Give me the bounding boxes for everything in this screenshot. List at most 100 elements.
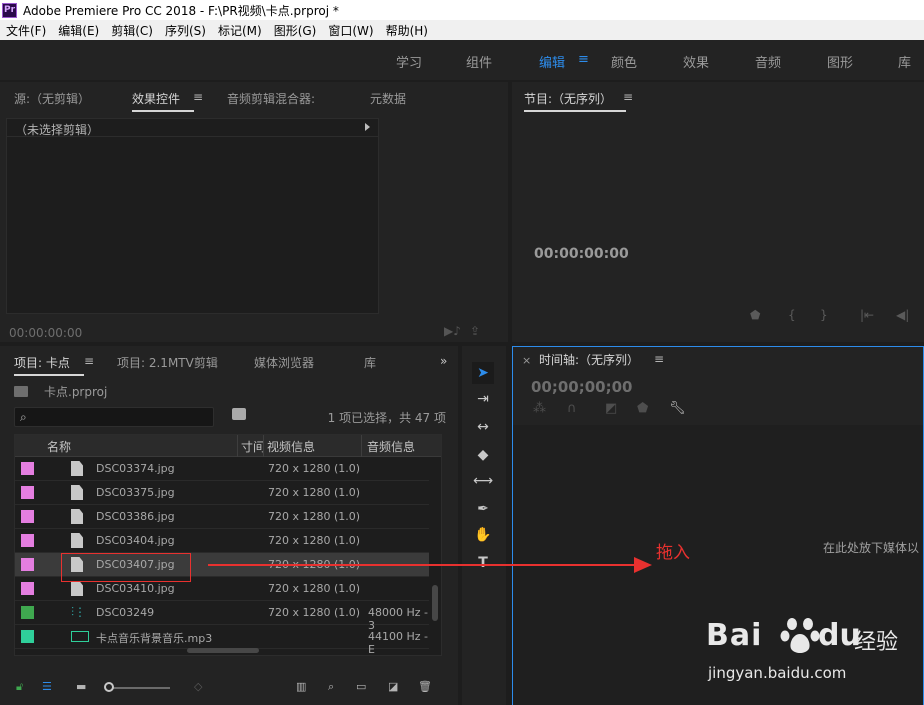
project-item-row[interactable]: DSC03374.jpg 720 x 1280 (1.0) [15, 457, 429, 481]
hand-tool-icon[interactable]: ✋ [472, 524, 494, 546]
workspace-color[interactable]: 颜色 [611, 52, 637, 71]
project-search-input[interactable] [37, 409, 207, 425]
workspace-editing[interactable]: 编辑 [539, 52, 565, 71]
razor-tool-icon[interactable]: ◆ [472, 444, 494, 466]
step-back-icon[interactable]: ◀| [896, 308, 909, 322]
project-item-row[interactable]: DSC03386.jpg 720 x 1280 (1.0) [15, 505, 429, 529]
label-color-swatch[interactable] [21, 606, 34, 619]
title-bar: Pr Adobe Premiere Pro CC 2018 - F:\PR视频\… [0, 0, 924, 20]
lock-icon[interactable]: 🔓︎ [16, 680, 23, 694]
item-name: DSC03386.jpg [96, 510, 175, 523]
zoom-slider-track[interactable] [108, 687, 170, 689]
project-toolbar: 🔓︎ ☰ ▬ ◇ ▥ ⌕ ▭ ◪ 🗑︎ [0, 676, 458, 700]
track-select-tool-icon[interactable]: ⇥ [472, 388, 494, 410]
menu-graphics[interactable]: 图形(G) [268, 22, 323, 39]
menu-help[interactable]: 帮助(H) [380, 22, 434, 39]
add-marker-icon[interactable]: ⬟ [637, 401, 648, 416]
mark-out-icon[interactable]: } [820, 308, 828, 322]
column-divider [237, 435, 238, 457]
panel-menu-icon[interactable]: ≡ [193, 90, 203, 104]
linked-selection-icon[interactable]: ◩ [605, 401, 617, 416]
timeline-panel-menu-icon[interactable]: ≡ [654, 352, 664, 366]
horizontal-scroll-thumb[interactable] [187, 648, 259, 653]
program-panel-menu-icon[interactable]: ≡ [623, 90, 633, 104]
timeline-timecode[interactable]: 00;00;00;00 [531, 378, 633, 396]
column-audio-info[interactable]: 音频信息 [367, 438, 415, 455]
sort-icon[interactable]: ◇ [194, 680, 202, 693]
ripple-edit-tool-icon[interactable]: ↔ [472, 416, 494, 438]
workspace-audio[interactable]: 音频 [755, 52, 781, 71]
menu-marker[interactable]: 标记(M) [212, 22, 268, 39]
item-video-info: 720 x 1280 (1.0) [268, 606, 361, 619]
workspace-assembly[interactable]: 组件 [466, 52, 492, 71]
slip-tool-icon[interactable]: ⟷ [472, 470, 494, 492]
column-video-info[interactable]: 视频信息 [267, 438, 315, 455]
menu-sequence[interactable]: 序列(S) [159, 22, 212, 39]
project-item-row[interactable]: DSC03404.jpg 720 x 1280 (1.0) [15, 529, 429, 553]
label-color-swatch[interactable] [21, 558, 34, 571]
tab-metadata[interactable]: 元数据 [370, 90, 406, 107]
project-panel: 项目: 卡点 ≡ 项目: 2.1MTV剪辑 媒体浏览器 库 » 卡点.prpro… [0, 346, 458, 705]
type-tool-icon[interactable]: T [472, 552, 494, 574]
project-panel-menu-icon[interactable]: ≡ [84, 354, 94, 368]
nest-icon[interactable]: ⁂ [533, 401, 546, 416]
vertical-scrollbar[interactable] [430, 457, 440, 655]
go-to-in-icon[interactable]: |⇤ [860, 308, 874, 322]
project-item-row[interactable]: 卡点音乐背景音乐.mp3 44100 Hz - E [15, 625, 429, 655]
zoom-slider-knob[interactable] [104, 682, 114, 692]
workspace-effects[interactable]: 效果 [683, 52, 709, 71]
workspace-menu-icon[interactable]: ≡ [578, 52, 589, 67]
menu-clip[interactable]: 剪辑(C) [105, 22, 159, 39]
scroll-thumb[interactable] [432, 585, 438, 621]
project-search[interactable]: ⌕ [14, 407, 214, 427]
project-item-row[interactable]: DSC03375.jpg 720 x 1280 (1.0) [15, 481, 429, 505]
trash-icon[interactable]: 🗑︎ [418, 680, 432, 693]
label-color-swatch[interactable] [21, 630, 34, 643]
wrench-icon[interactable]: 🔧︎ [669, 401, 686, 416]
menu-window[interactable]: 窗口(W) [322, 22, 379, 39]
label-color-swatch[interactable] [21, 534, 34, 547]
menu-file[interactable]: 文件(F) [0, 22, 52, 39]
tab-effect-controls[interactable]: 效果控件 [132, 90, 195, 112]
export-frame-icon[interactable]: ⇪ [470, 324, 480, 338]
pen-tool-icon[interactable]: ✒ [472, 498, 494, 520]
tab-project-kadian[interactable]: 项目: 卡点 [14, 354, 84, 376]
audio-scrub-icon[interactable]: ▶♪ [444, 324, 461, 338]
expand-arrow-icon[interactable] [365, 123, 370, 131]
list-view-icon[interactable]: ☰ [42, 680, 52, 693]
tab-project-mtv[interactable]: 项目: 2.1MTV剪辑 [117, 354, 218, 371]
add-marker-icon[interactable]: ⬟ [750, 308, 760, 322]
tab-source[interactable]: 源:（无剪辑） [14, 90, 90, 107]
drag-arrow-line [208, 564, 640, 566]
new-item-icon[interactable]: ◪ [388, 680, 398, 693]
new-bin-icon[interactable]: ▭ [356, 680, 366, 693]
tab-audio-clip-mixer[interactable]: 音频剪辑混合器: [227, 90, 315, 107]
more-panels-icon[interactable]: » [440, 354, 447, 368]
snap-magnet-icon[interactable]: ∩ [567, 401, 577, 416]
tab-libraries[interactable]: 库 [364, 354, 376, 371]
column-frame-rate[interactable]: 寸间 [241, 438, 265, 455]
label-color-swatch[interactable] [21, 486, 34, 499]
menu-edit[interactable]: 编辑(E) [52, 22, 105, 39]
close-icon[interactable]: × [522, 354, 531, 367]
project-item-row[interactable]: ⫶⋮ DSC03249 720 x 1280 (1.0) 48000 Hz - … [15, 601, 429, 632]
label-color-swatch[interactable] [21, 582, 34, 595]
mark-in-icon[interactable]: { [788, 308, 796, 322]
workspace-libraries[interactable]: 库 [898, 52, 911, 71]
label-color-swatch[interactable] [21, 510, 34, 523]
tab-program[interactable]: 节目:（无序列） [524, 90, 627, 112]
column-name[interactable]: 名称 [47, 438, 71, 455]
label-color-swatch[interactable] [21, 462, 34, 475]
workspace-graphics[interactable]: 图形 [827, 52, 853, 71]
drop-media-hint: 在此处放下媒体以 [823, 541, 920, 555]
icon-view-icon[interactable]: ▬ [76, 680, 86, 693]
find-icon[interactable]: ⌕ [328, 680, 334, 694]
timeline-title[interactable]: 时间轴:（无序列） [539, 351, 639, 368]
tab-media-browser[interactable]: 媒体浏览器 [254, 354, 314, 371]
selection-tool-icon[interactable]: ➤ [472, 362, 494, 384]
image-file-icon [71, 581, 83, 596]
workspace-learning[interactable]: 学习 [396, 52, 422, 71]
selection-count: 1 项已选择，共 47 项 [327, 411, 446, 425]
automate-to-sequence-icon[interactable]: ▥ [296, 680, 306, 693]
find-icon[interactable] [232, 408, 246, 420]
